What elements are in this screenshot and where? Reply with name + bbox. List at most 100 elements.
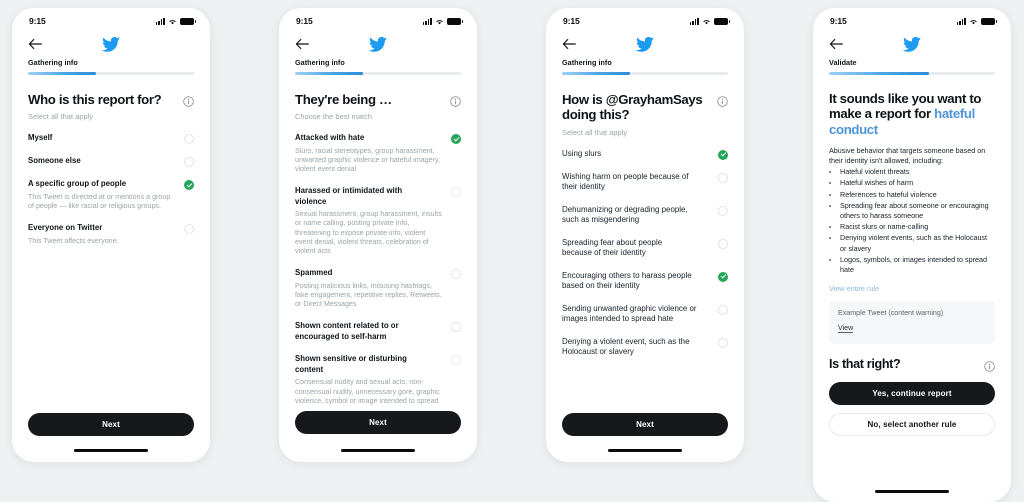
- progress-track: [829, 72, 995, 75]
- option-radio[interactable]: [451, 355, 461, 366]
- status-time: 9:15: [296, 16, 313, 26]
- option-attacked-with-hate[interactable]: Attacked with hate Slurs, racial stereot…: [295, 133, 461, 174]
- status-bar: 9:15: [546, 8, 744, 30]
- option-radio[interactable]: [718, 304, 728, 315]
- option-radio-selected[interactable]: [718, 149, 728, 160]
- status-time: 9:15: [29, 16, 46, 26]
- back-arrow-icon[interactable]: [562, 37, 576, 51]
- nav-row: [12, 30, 210, 58]
- title-row: Who is this report for?: [28, 92, 194, 108]
- option-radio[interactable]: [184, 134, 194, 145]
- option-graphic-violence[interactable]: Sending unwanted graphic violence or ima…: [562, 304, 728, 325]
- option-label: Spreading fear about people because of t…: [562, 237, 663, 258]
- footer: Next: [546, 413, 744, 436]
- option-encouraging-harass[interactable]: Encouraging others to harass people base…: [562, 271, 728, 292]
- option-harassed-intimidated[interactable]: Harassed or intimidated with violence Se…: [295, 186, 461, 256]
- option-label: Wishing harm on people because of their …: [562, 171, 689, 192]
- home-indicator: [875, 490, 949, 493]
- question-row: Is that right?: [829, 357, 995, 372]
- option-radio[interactable]: [451, 322, 461, 333]
- panel-body: Who is this report for? Select all that …: [12, 92, 210, 246]
- option-specific-group[interactable]: A specific group of people This Tweet is…: [28, 179, 194, 211]
- progress-track: [562, 72, 728, 75]
- status-bar: 9:15: [12, 8, 210, 30]
- example-tweet-box: Example Tweet (content warning) View: [829, 301, 995, 345]
- option-wishing-harm[interactable]: Wishing harm on people because of their …: [562, 172, 728, 193]
- option-spammed[interactable]: Spammed Posting malicious links, misusin…: [295, 268, 461, 309]
- option-label: Denying a violent event, such as the Hol…: [562, 336, 690, 357]
- rule-bullet-list: Hateful violent threats Hateful wishes o…: [840, 167, 995, 275]
- back-arrow-icon[interactable]: [28, 37, 42, 51]
- panel-body: How is @GrayhamSays doing this? Select a…: [546, 92, 744, 358]
- next-button[interactable]: Next: [28, 413, 194, 436]
- rule-paragraph: Abusive behavior that targets someone ba…: [829, 146, 986, 166]
- option-label: A specific group of people: [28, 179, 127, 189]
- option-description: This Tweet is directed at or mentions a …: [28, 192, 171, 210]
- example-tweet-view-link[interactable]: View: [838, 324, 854, 334]
- back-arrow-icon[interactable]: [829, 37, 843, 51]
- page-subtitle: Select all that apply: [28, 112, 94, 122]
- option-radio[interactable]: [718, 238, 728, 249]
- page-title: They're being …: [295, 91, 392, 107]
- progress-track: [28, 72, 194, 75]
- footer: Next: [279, 406, 477, 436]
- step-label: Gathering info: [28, 58, 78, 67]
- info-icon[interactable]: [717, 94, 728, 107]
- list-item: References to hateful violence: [840, 190, 995, 200]
- option-myself[interactable]: Myself: [28, 133, 194, 145]
- option-label: Someone else: [28, 156, 81, 166]
- option-everyone[interactable]: Everyone on Twitter This Tweet affects e…: [28, 223, 194, 246]
- status-icons: [155, 17, 196, 25]
- info-icon[interactable]: [984, 359, 995, 372]
- option-description: Slurs, racial stereotypes, group harassm…: [295, 146, 441, 173]
- option-self-harm[interactable]: Shown content related to or encouraged t…: [295, 321, 461, 342]
- option-radio-selected[interactable]: [184, 180, 194, 191]
- option-radio[interactable]: [184, 157, 194, 168]
- phone-panel-1: 9:15 Gathering info Who is this report f…: [12, 8, 210, 462]
- progress-fill: [829, 72, 929, 75]
- status-icons: [422, 17, 463, 25]
- info-icon[interactable]: [183, 94, 194, 107]
- option-spreading-fear[interactable]: Spreading fear about people because of t…: [562, 238, 728, 259]
- option-label: Sending unwanted graphic violence or ima…: [562, 303, 697, 324]
- page-title: It sounds like you want to make a report…: [829, 91, 995, 138]
- next-button[interactable]: Next: [295, 411, 461, 434]
- home-indicator: [608, 449, 682, 452]
- view-entire-rule-link[interactable]: View entire rule: [829, 284, 995, 293]
- option-radio[interactable]: [718, 337, 728, 348]
- option-denying-violent-event[interactable]: Denying a violent event, such as the Hol…: [562, 337, 728, 358]
- info-icon[interactable]: [450, 94, 461, 107]
- twitter-bird-icon: [902, 35, 922, 54]
- option-label: Attacked with hate: [295, 133, 365, 143]
- option-label: Harassed or intimidated with violence: [295, 186, 403, 206]
- option-radio[interactable]: [718, 172, 728, 183]
- next-button[interactable]: Next: [562, 413, 728, 436]
- option-description: Posting malicious links, misusing hashta…: [295, 281, 442, 309]
- home-indicator: [74, 449, 148, 452]
- status-icons: [956, 17, 997, 25]
- option-dehumanizing[interactable]: Dehumanizing or degrading people, such a…: [562, 205, 728, 226]
- progress-section: Gathering info: [546, 58, 744, 75]
- option-radio[interactable]: [451, 269, 461, 280]
- signal-bars-icon: [956, 17, 966, 25]
- wifi-icon: [969, 18, 978, 25]
- list-item: Spreading fear about someone or encourag…: [840, 201, 995, 221]
- option-radio[interactable]: [451, 187, 461, 198]
- status-bar: 9:15: [813, 8, 1011, 30]
- option-description: This Tweet affects everyone.: [28, 236, 119, 245]
- option-radio-selected[interactable]: [718, 271, 728, 282]
- option-radio[interactable]: [184, 224, 194, 234]
- option-radio[interactable]: [718, 205, 728, 216]
- yes-continue-report-button[interactable]: Yes, continue report: [829, 382, 995, 406]
- progress-fill: [28, 72, 97, 75]
- option-label: Shown sensitive or disturbing content: [295, 354, 407, 374]
- list-item: Logos, symbols, or images intended to sp…: [840, 255, 995, 275]
- option-using-slurs[interactable]: Using slurs: [562, 149, 728, 160]
- no-select-another-rule-button[interactable]: No, select another rule: [829, 413, 995, 437]
- option-someone-else[interactable]: Someone else: [28, 156, 194, 168]
- status-icons: [689, 17, 730, 25]
- option-radio-selected[interactable]: [451, 134, 461, 145]
- option-label: Everyone on Twitter: [28, 223, 103, 232]
- back-arrow-icon[interactable]: [295, 37, 309, 51]
- progress-track: [295, 72, 461, 75]
